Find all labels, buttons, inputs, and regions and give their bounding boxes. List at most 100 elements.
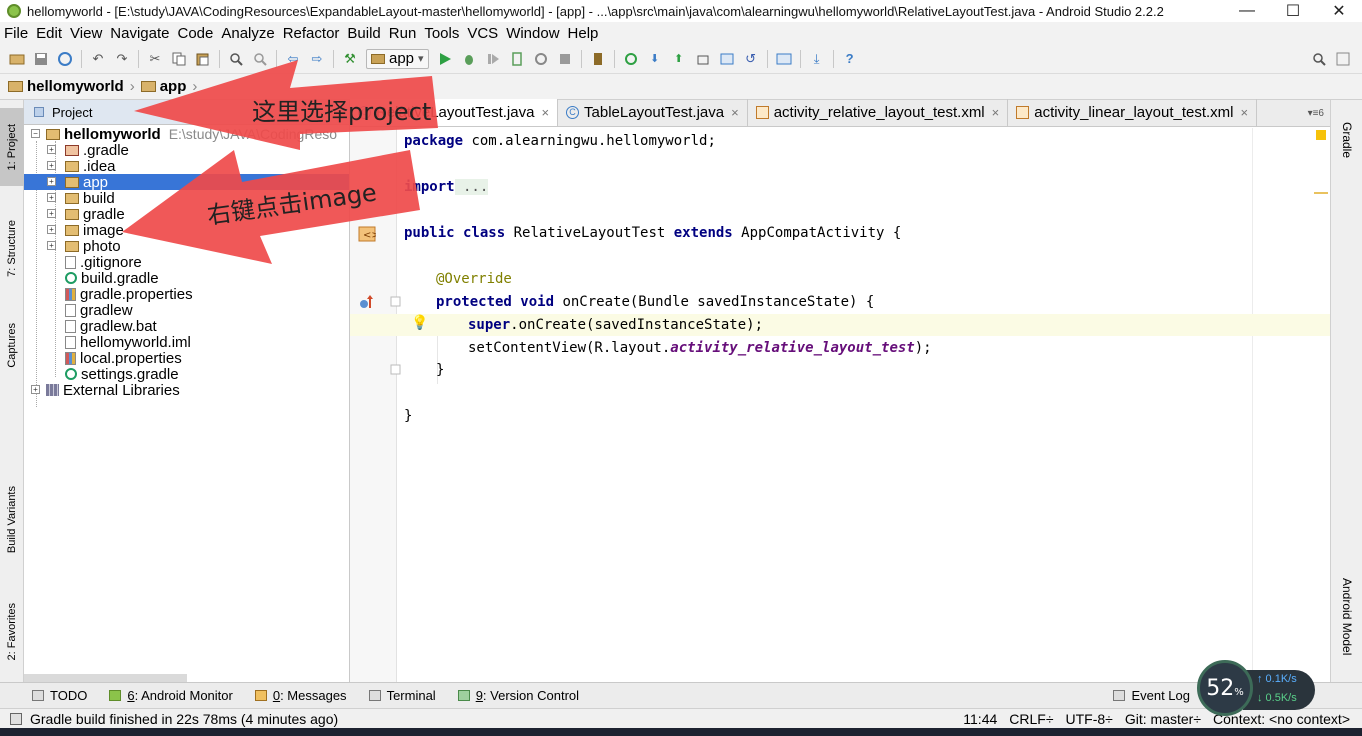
tree-root[interactable]: − hellomyworld E:\study\JAVA\CodingReso [24, 126, 349, 143]
tab-project[interactable]: 1: Project [0, 108, 24, 186]
save-all-icon[interactable] [32, 51, 50, 67]
tree-item[interactable]: gradle.properties [24, 286, 349, 303]
tab-favorites[interactable]: 2: Favorites [0, 592, 24, 672]
tree-item[interactable]: gradlew [24, 302, 349, 319]
project-structure-icon[interactable] [775, 51, 793, 67]
run-config-select[interactable]: app ▾ [366, 48, 429, 69]
vcs-pull-icon[interactable]: ⬇ [646, 51, 664, 67]
close-tab-icon[interactable]: × [541, 105, 549, 120]
class-marker-icon[interactable]: <> [358, 226, 376, 242]
folded-imports[interactable]: ... [454, 179, 489, 195]
tab-android-model[interactable]: Android Model [1331, 562, 1362, 672]
tree-item[interactable]: gradlew.bat [24, 318, 349, 335]
vcs-compare-icon[interactable] [718, 51, 736, 67]
debug-icon[interactable] [460, 51, 478, 67]
tree-item[interactable]: + image [24, 222, 349, 239]
menu-file[interactable]: File [4, 25, 28, 42]
tool-version-control[interactable]: 9: Version Control [457, 688, 579, 703]
redo-icon[interactable]: ↷ [113, 51, 131, 67]
expand-toggle[interactable]: + [47, 145, 56, 154]
tab-build-variants[interactable]: Build Variants [0, 475, 24, 565]
tree-item-external-libraries[interactable]: + External Libraries [24, 382, 349, 399]
vcs-update-icon[interactable] [622, 51, 640, 67]
tree-item[interactable]: hellomyworld.iml [24, 334, 349, 351]
caret-position[interactable]: 11:44 [963, 711, 997, 727]
tab-activity-linear-layout-xml[interactable]: activity_linear_layout_test.xml × [1008, 99, 1258, 126]
apply-changes-icon[interactable] [532, 51, 550, 67]
horizontal-scrollbar[interactable] [24, 674, 187, 682]
menu-view[interactable]: View [70, 25, 102, 42]
code-editor[interactable]: 💡 package com.alearningwu.hellomyworld; … [350, 128, 1330, 682]
vcs-revert-icon[interactable]: ↺ [742, 51, 760, 67]
tree-item[interactable]: .gitignore [24, 254, 349, 271]
close-tab-icon[interactable]: × [731, 105, 739, 120]
find-icon[interactable] [227, 51, 245, 67]
tab-structure[interactable]: 7: Structure [0, 208, 24, 288]
tool-event-log[interactable]: Event Log [1113, 688, 1190, 703]
avd-manager-icon[interactable] [589, 51, 607, 67]
tab-captures[interactable]: Captures [0, 310, 24, 380]
expand-toggle[interactable]: + [47, 241, 56, 250]
back-icon[interactable]: ⇦ [284, 51, 302, 67]
tool-todo[interactable]: TODO [32, 688, 87, 703]
cut-icon[interactable]: ✂ [146, 51, 164, 67]
git-branch[interactable]: Git: master÷ [1125, 711, 1201, 727]
close-tab-icon[interactable]: × [992, 105, 1000, 120]
tab-gradle[interactable]: Gradle [1331, 108, 1362, 172]
tree-item[interactable]: settings.gradle [24, 366, 349, 383]
tab-tablelayouttest[interactable]: C TableLayoutTest.java × [558, 99, 748, 126]
tool-android-monitor[interactable]: 6: Android Monitor [109, 688, 233, 703]
expand-toggle[interactable]: + [47, 161, 56, 170]
undo-icon[interactable]: ↶ [89, 51, 107, 67]
layout-icon[interactable] [1334, 51, 1352, 67]
sync-icon[interactable] [56, 51, 74, 67]
close-tab-icon[interactable]: × [1241, 105, 1249, 120]
vcs-history-icon[interactable] [694, 51, 712, 67]
menu-window[interactable]: Window [506, 25, 559, 42]
menu-edit[interactable]: Edit [36, 25, 62, 42]
tree-item[interactable]: + photo [24, 238, 349, 255]
breadcrumb-project[interactable]: hellomyworld [8, 78, 124, 95]
tree-item[interactable]: local.properties [24, 350, 349, 367]
tree-item[interactable]: + .gradle [24, 142, 349, 159]
tree-item[interactable]: build.gradle [24, 270, 349, 287]
menu-code[interactable]: Code [177, 25, 213, 42]
expand-toggle[interactable]: + [47, 193, 56, 202]
make-project-icon[interactable]: ⚒ [341, 51, 359, 67]
attach-debugger-icon[interactable] [508, 51, 526, 67]
menu-tools[interactable]: Tools [424, 25, 459, 42]
instant-run-icon[interactable] [484, 51, 502, 67]
line-separator[interactable]: CRLF÷ [1009, 711, 1053, 727]
vcs-push-icon[interactable]: ⬆ [670, 51, 688, 67]
replace-icon[interactable] [251, 51, 269, 67]
open-folder-icon[interactable] [8, 51, 26, 67]
tool-messages[interactable]: 0: Messages [254, 688, 347, 703]
warning-marker[interactable] [1316, 130, 1326, 140]
tab-overflow-menu[interactable]: ▾≡6 [1308, 108, 1330, 119]
tool-terminal[interactable]: Terminal [368, 688, 436, 703]
paste-icon[interactable] [194, 51, 212, 67]
menu-navigate[interactable]: Navigate [110, 25, 169, 42]
menu-help[interactable]: Help [568, 25, 599, 42]
override-marker-icon[interactable] [358, 294, 376, 310]
help-icon[interactable]: ? [841, 51, 859, 67]
collapse-toggle[interactable]: − [31, 129, 40, 138]
menu-analyze[interactable]: Analyze [221, 25, 274, 42]
sdk-manager-icon[interactable]: ⤓ [808, 51, 826, 67]
close-button[interactable]: ✕ [1316, 1, 1362, 21]
file-encoding[interactable]: UTF-8÷ [1066, 711, 1113, 727]
tree-item[interactable]: + .idea [24, 158, 349, 175]
maximize-button[interactable]: ☐ [1270, 1, 1316, 21]
run-icon[interactable] [436, 51, 454, 67]
expand-toggle[interactable]: + [31, 385, 40, 394]
expand-toggle[interactable]: + [47, 209, 56, 218]
minimize-button[interactable]: — [1224, 2, 1270, 20]
lightbulb-icon[interactable]: 💡 [411, 315, 428, 331]
status-toggle-icon[interactable] [10, 712, 22, 725]
copy-icon[interactable] [170, 51, 188, 67]
menu-vcs[interactable]: VCS [467, 25, 498, 42]
menu-refactor[interactable]: Refactor [283, 25, 340, 42]
tab-activity-relative-layout-xml[interactable]: activity_relative_layout_test.xml × [748, 99, 1009, 126]
expand-toggle[interactable]: + [47, 177, 56, 186]
breadcrumb-module[interactable]: app [140, 78, 186, 95]
